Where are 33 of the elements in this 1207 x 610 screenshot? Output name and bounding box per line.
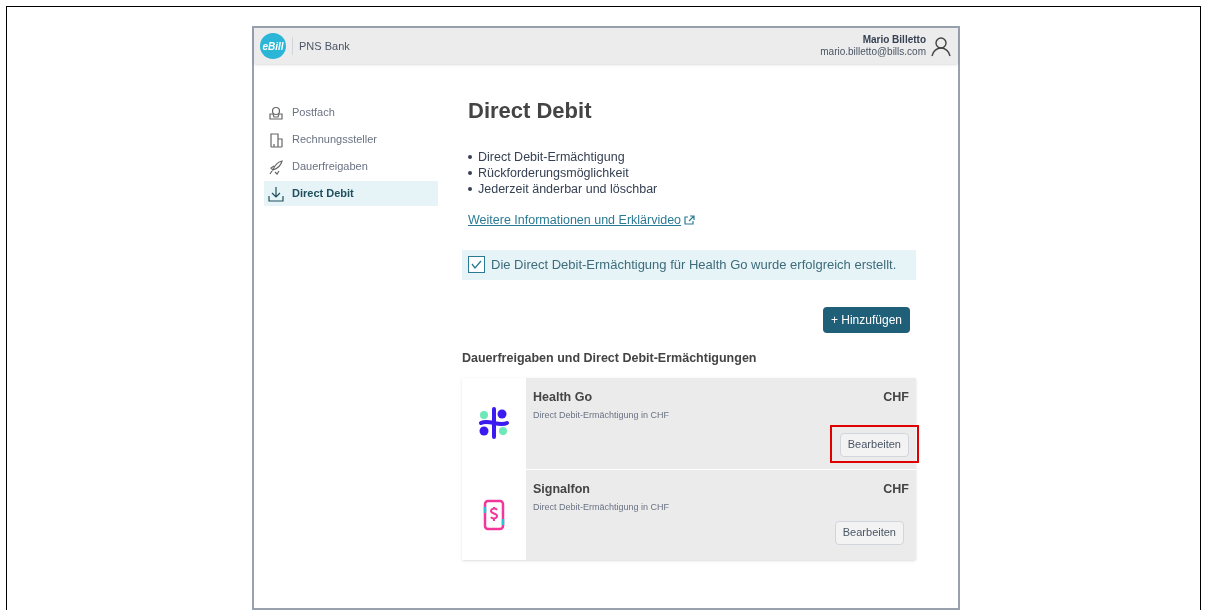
bullet-text: Jederzeit änderbar und löschbar — [478, 181, 658, 197]
building-icon — [268, 131, 284, 148]
info-link[interactable]: Weitere Informationen und Erklärvideo — [468, 211, 696, 230]
mandate-description: Direct Debit-Ermächtigung in CHF — [533, 409, 671, 423]
check-icon — [471, 260, 482, 270]
user-email: mario.billetto@bills.com — [820, 46, 926, 59]
sidebar-item[interactable]: Postfach — [264, 100, 438, 125]
user-icon[interactable] — [930, 35, 952, 57]
currency-label: CHF — [883, 388, 909, 406]
bullet-text: Rückforderungsmöglichkeit — [478, 165, 629, 181]
sidebar-item[interactable]: Rechnungssteller — [264, 127, 438, 152]
currency-label: CHF — [883, 480, 909, 498]
page-title: Direct Debit — [468, 97, 593, 125]
payee-name: Health Go — [533, 388, 594, 406]
section-title: Dauerfreigaben und Direct Debit-Ermächtigungen — [462, 349, 758, 367]
payee-name: Signalfon — [533, 480, 591, 498]
inbox-icon — [268, 104, 284, 121]
download-icon — [268, 185, 284, 202]
bank-name: PNS Bank — [299, 38, 350, 54]
user-name: Mario Billetto — [862, 33, 926, 46]
edit-button[interactable]: Bearbeiten — [839, 432, 909, 457]
rocket-icon — [268, 158, 284, 175]
ebill-logo: eBill — [260, 33, 286, 59]
edit-button[interactable]: Bearbeiten — [834, 520, 904, 545]
sidebar-item[interactable]: Dauerfreigaben — [264, 154, 438, 179]
sidebar-item[interactable]: Direct Debit — [264, 181, 438, 206]
mandate-description: Direct Debit-Ermächtigung in CHF — [533, 501, 671, 515]
phone-logo — [483, 498, 505, 531]
bullet-text: Direct Debit-Ermächtigung — [478, 149, 625, 165]
external-link-icon — [684, 215, 696, 226]
alert-text: Die Direct Debit-Ermächtigung für Health Go wurde erfolgreich erstellt. — [491, 256, 897, 274]
add-button[interactable]: + Hinzufügen — [822, 306, 910, 333]
people-logo — [477, 407, 511, 439]
